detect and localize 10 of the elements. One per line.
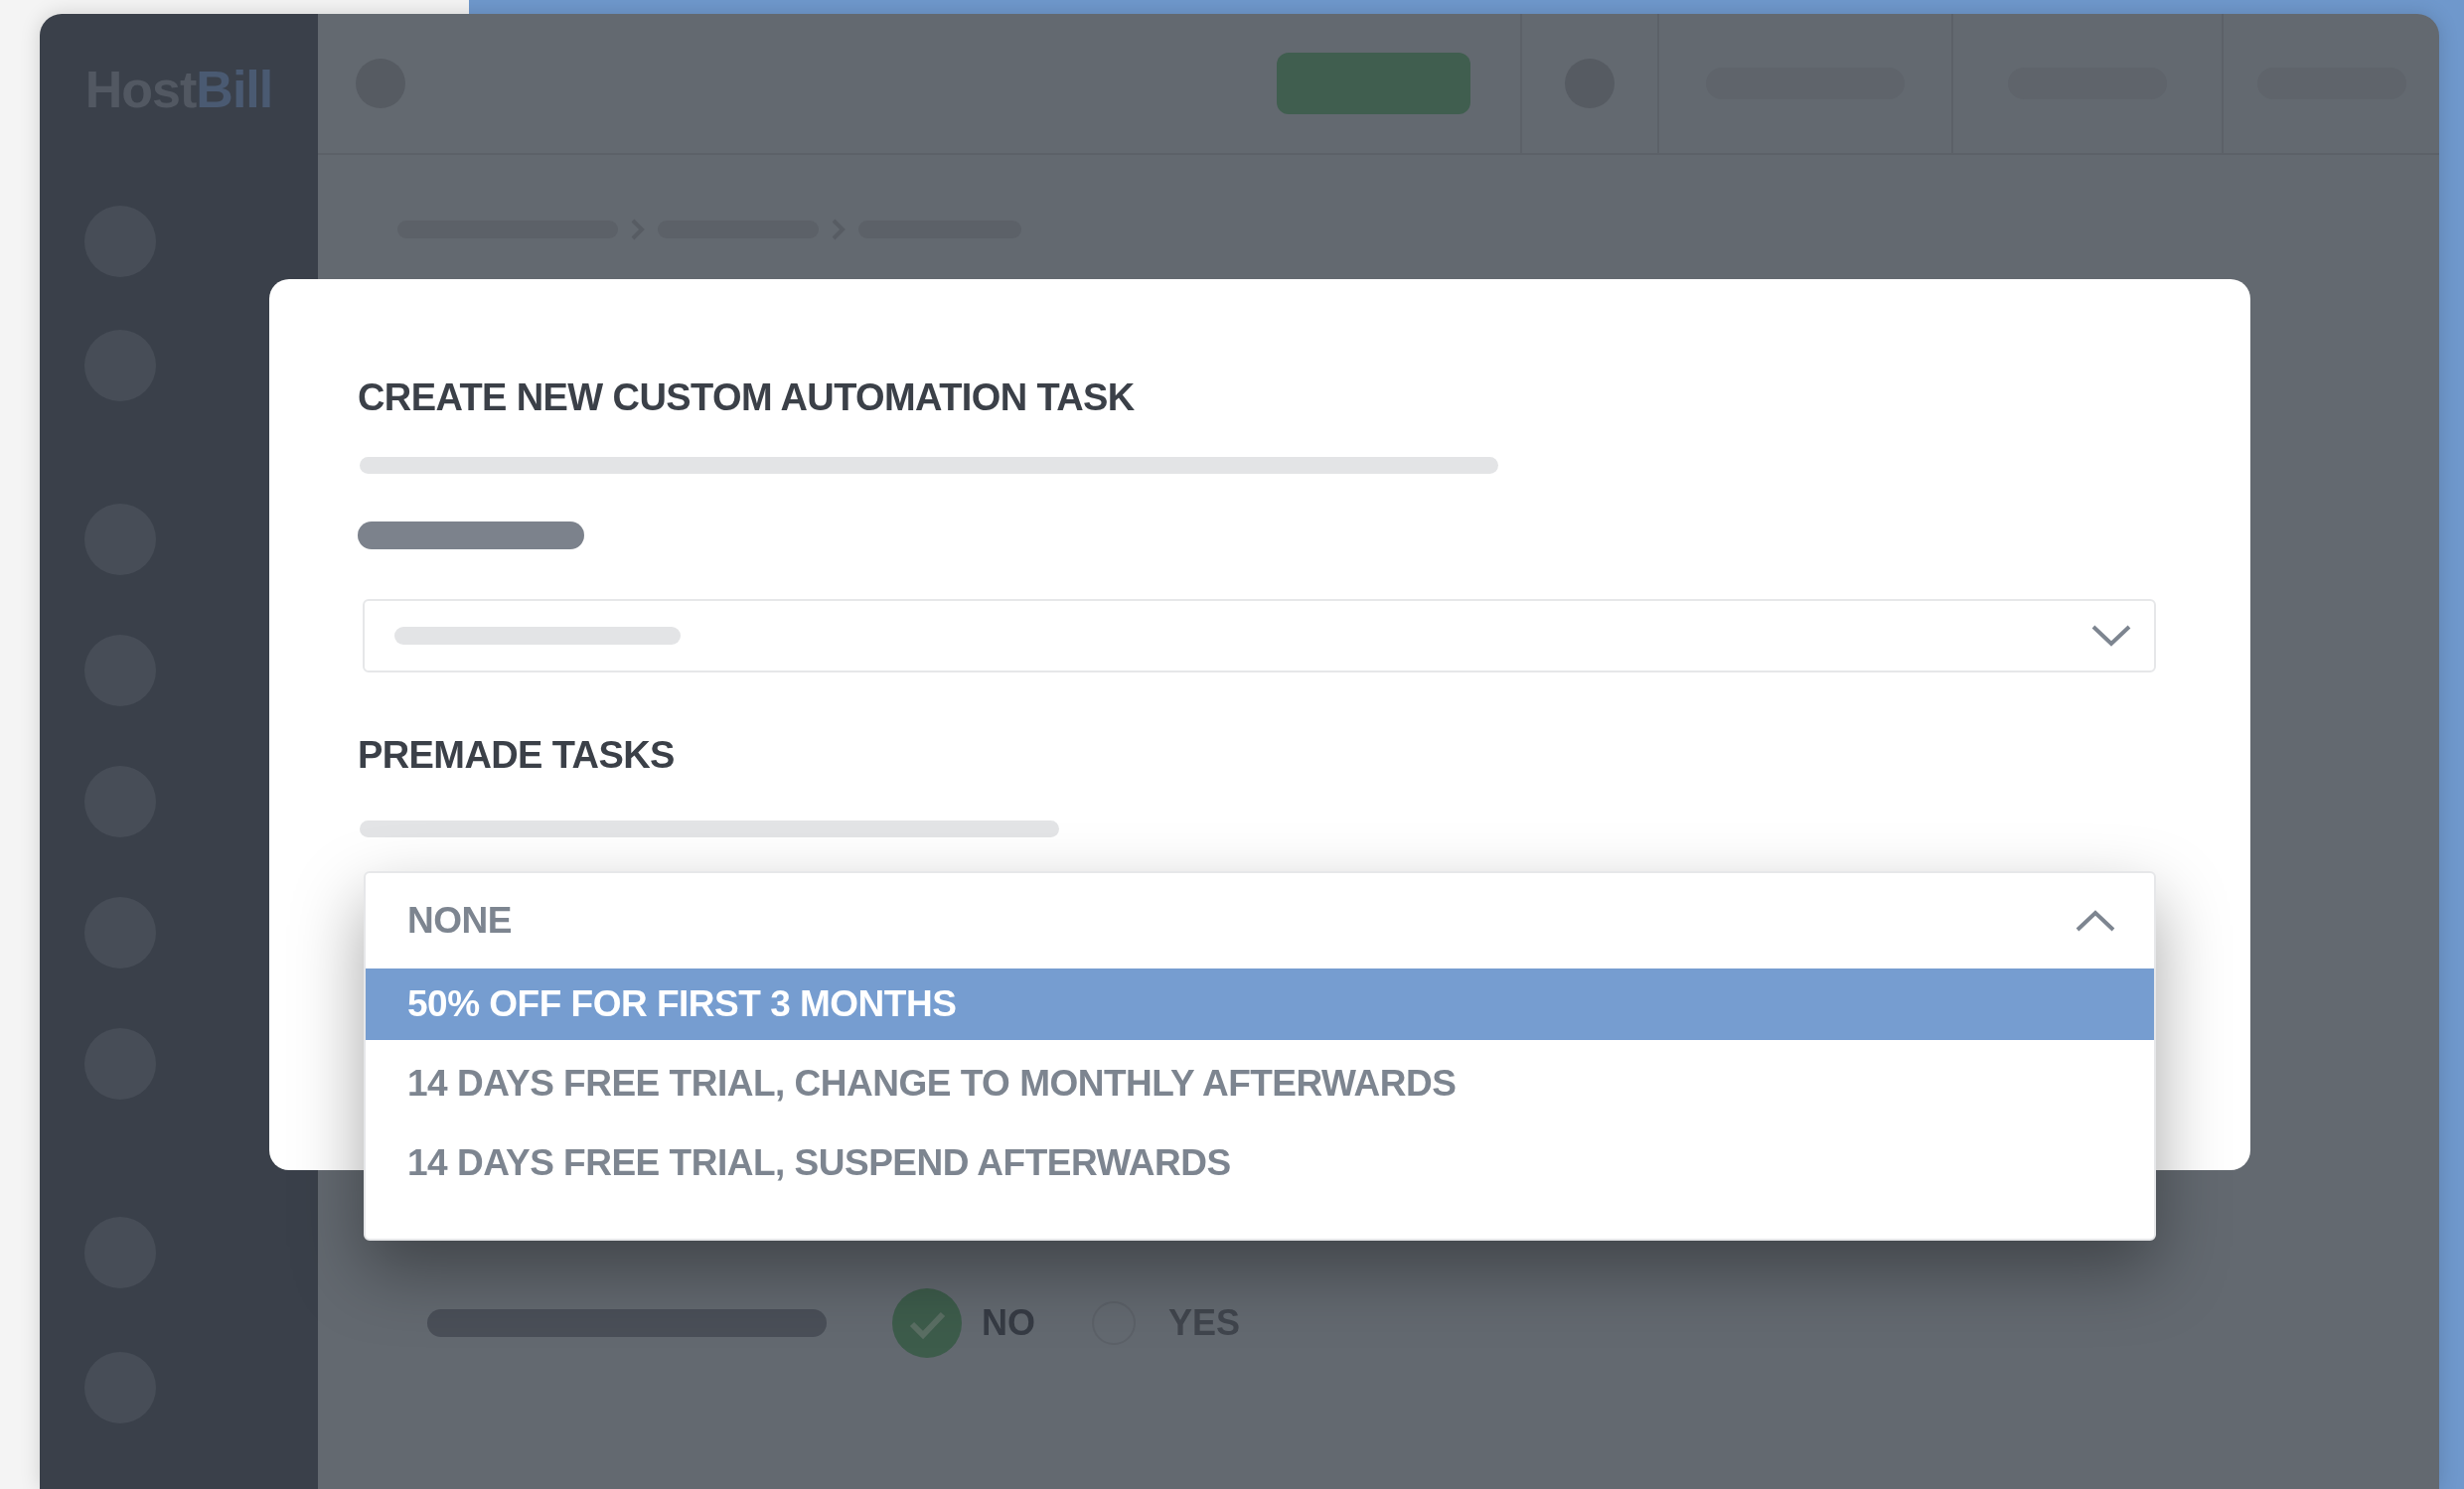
dropdown-option[interactable]: 14 DAYS FREE TRIAL, SUSPEND AFTERWARDS xyxy=(366,1127,2154,1199)
dropdown-field[interactable]: NONE xyxy=(366,873,2154,968)
select-field[interactable] xyxy=(363,599,2156,672)
dropdown-option[interactable]: 14 DAYS FREE TRIAL, CHANGE TO MONTHLY AFTERWARDS xyxy=(366,1048,2154,1119)
action-button-placeholder[interactable] xyxy=(1277,53,1470,114)
modal-title: CREATE NEW CUSTOM AUTOMATION TASK xyxy=(358,376,1136,419)
chevron-down-icon xyxy=(2090,624,2132,648)
chevron-up-icon xyxy=(2075,909,2116,933)
dropdown-option[interactable]: 50% OFF FOR FIRST 3 MONTHS xyxy=(366,968,2154,1040)
section-title: PREMADE TASKS xyxy=(358,734,676,777)
